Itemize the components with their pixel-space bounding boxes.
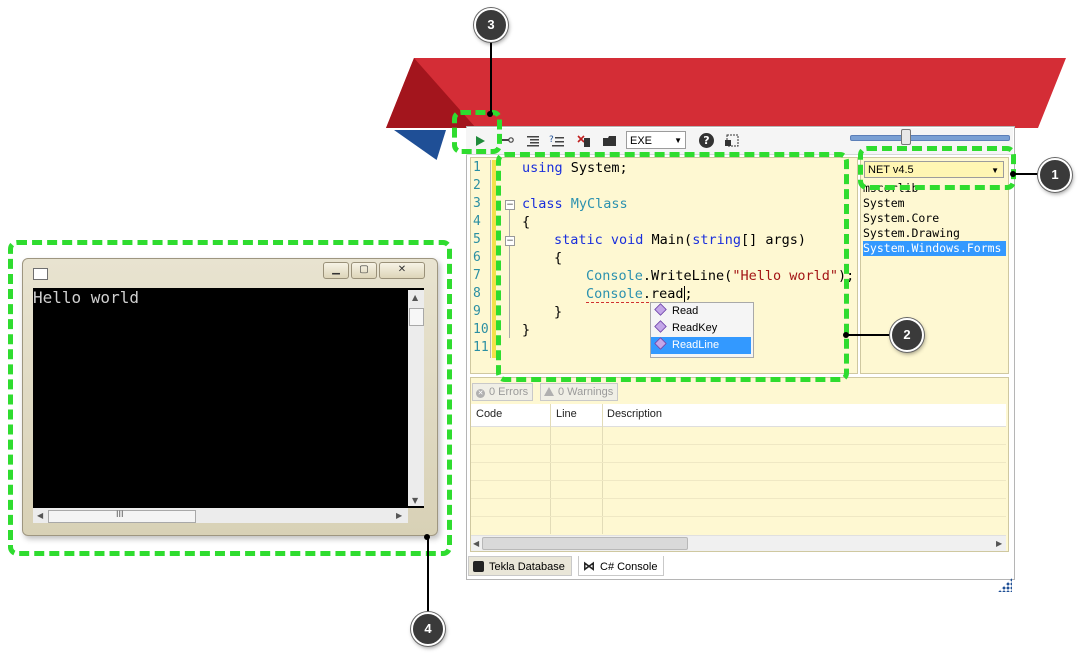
warnings-tab[interactable]: 0 Warnings (540, 383, 619, 401)
tab-label: C# Console (600, 561, 658, 573)
tab-csharp-console[interactable]: ⋈ C# Console (578, 556, 665, 576)
line-number: 11 (473, 340, 489, 355)
tab-tekla-database[interactable]: Tekla Database (468, 556, 572, 576)
line-number: 4 (473, 214, 481, 229)
settings-button[interactable] (724, 133, 740, 149)
scroll-right-icon[interactable]: ▶ (996, 539, 1002, 548)
error-list-header (471, 404, 1006, 427)
column-header-code[interactable]: Code (476, 408, 502, 420)
errors-tab[interactable]: ✕ 0 Errors (472, 383, 534, 401)
leader-dot-4 (424, 534, 430, 540)
line-number: 7 (473, 268, 481, 283)
list-icon (527, 136, 539, 147)
comment-icon (501, 137, 514, 143)
tab-label: Tekla Database (489, 561, 565, 573)
line-number: 1 (473, 160, 481, 175)
zoom-slider-thumb[interactable] (901, 129, 911, 145)
line-number: 8 (473, 286, 481, 301)
visual-studio-icon: ⋈ (583, 559, 595, 573)
format-button[interactable] (525, 133, 541, 149)
folder-icon (603, 136, 616, 146)
gutter-divider (490, 160, 491, 358)
column-divider (602, 404, 603, 534)
row-divider (471, 498, 1006, 499)
line-number: 5 (473, 232, 481, 247)
database-icon (473, 561, 484, 572)
window-settings-icon (725, 134, 739, 147)
line-number: 6 (473, 250, 481, 265)
reference-item[interactable]: System (863, 196, 1006, 211)
row-divider (471, 516, 1006, 517)
output-type-dropdown[interactable]: EXE ▼ (626, 131, 686, 149)
open-button[interactable] (602, 133, 618, 149)
column-header-description[interactable]: Description (607, 408, 662, 420)
zoom-slider[interactable] (850, 135, 1010, 141)
leader-dot-1 (1010, 171, 1016, 177)
callout-badge-2: 2 (890, 318, 924, 352)
header-banner-accent (394, 130, 446, 160)
reference-item-selected[interactable]: System.Windows.Forms (863, 241, 1006, 256)
clear-button[interactable] (576, 133, 592, 149)
warnings-tab-label: 0 Warnings (558, 386, 614, 398)
svg-text:?: ? (549, 135, 554, 145)
callout-badge-4: 4 (411, 612, 445, 646)
callout-badge-3: 3 (474, 8, 508, 42)
reference-item[interactable]: System.Drawing (863, 226, 1006, 241)
question-list-icon: ? (549, 135, 564, 147)
help-button[interactable]: ? (699, 133, 714, 148)
callout-box-2 (496, 152, 849, 382)
leader-line-2 (846, 334, 892, 336)
line-number: 9 (473, 304, 481, 319)
row-divider (471, 462, 1006, 463)
output-type-value: EXE (630, 135, 653, 147)
resize-grip[interactable] (998, 578, 1012, 592)
column-divider (550, 404, 551, 534)
line-number: 3 (473, 196, 481, 211)
row-divider (471, 480, 1006, 481)
warning-icon (544, 387, 554, 396)
chevron-down-icon: ▼ (674, 136, 682, 145)
leader-dot-2 (843, 332, 849, 338)
line-number: 2 (473, 178, 481, 193)
callout-box-3 (452, 110, 502, 154)
reference-item[interactable]: System.Core (863, 211, 1006, 226)
help-text-button[interactable]: ? (549, 133, 565, 149)
row-divider (471, 444, 1006, 445)
callout-box-1 (858, 146, 1016, 190)
leader-line-3 (490, 36, 492, 114)
callout-badge-1: 1 (1038, 158, 1072, 192)
help-label: ? (703, 134, 710, 147)
clear-icon (577, 135, 590, 147)
leader-dot-3 (487, 111, 493, 117)
callout-box-4 (8, 240, 452, 556)
leader-line-4 (427, 537, 429, 613)
line-number: 10 (473, 322, 489, 337)
scroll-left-icon[interactable]: ◀ (473, 539, 479, 548)
errors-tab-label: 0 Errors (489, 386, 529, 398)
column-header-line[interactable]: Line (556, 408, 577, 420)
error-list-hscroll-thumb[interactable] (482, 537, 688, 550)
error-icon: ✕ (476, 389, 485, 398)
